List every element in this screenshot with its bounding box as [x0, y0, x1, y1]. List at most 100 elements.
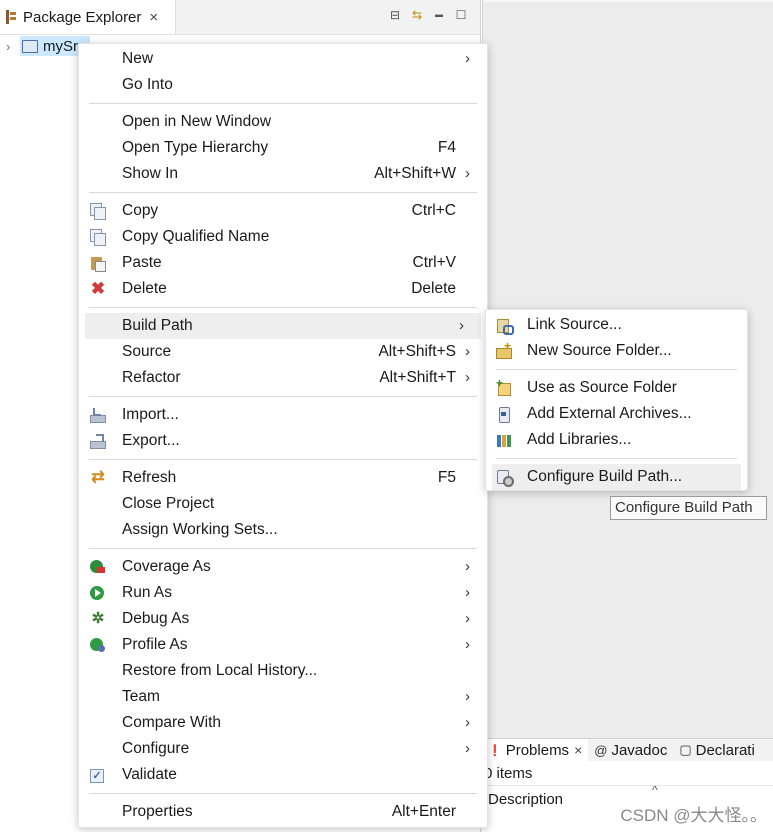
- package-explorer-tabbar: Package Explorer × ⊟ ⇆ ▬ ☐: [0, 0, 480, 35]
- menu-item-label: Profile As: [122, 636, 188, 653]
- copy-icon: [90, 203, 106, 220]
- menu-item-profile-as[interactable]: Profile As ›: [79, 632, 487, 658]
- submenu-arrow-icon: ›: [465, 165, 470, 182]
- collapse-all-icon[interactable]: ⊟: [388, 8, 402, 22]
- close-tab-icon[interactable]: ×: [574, 742, 582, 758]
- submenu-arrow-icon: ›: [465, 50, 470, 67]
- menu-item-label: Restore from Local History...: [122, 662, 318, 679]
- menu-item-export[interactable]: Export...: [79, 428, 487, 454]
- menu-item-label: Configure: [122, 740, 190, 757]
- paste-icon: [90, 255, 106, 272]
- link-with-editor-icon[interactable]: ⇆: [410, 8, 424, 22]
- tab-javadoc[interactable]: @ Javadoc: [588, 739, 673, 761]
- menu-item-show-in[interactable]: Show In Alt+Shift+W ›: [79, 161, 487, 187]
- menu-item-paste[interactable]: Paste Ctrl+V: [79, 250, 487, 276]
- submenu-arrow-icon: ›: [465, 369, 470, 386]
- tab-declaration[interactable]: ▢ Declarati: [673, 739, 760, 761]
- bottom-view-tabbar: ❗ Problems × @ Javadoc ▢ Declarati: [482, 739, 773, 761]
- menu-item-assign-working-sets[interactable]: Assign Working Sets...: [79, 517, 487, 543]
- menu-item-copy[interactable]: Copy Ctrl+C: [79, 198, 487, 224]
- menu-item-label: Refresh: [122, 469, 177, 486]
- menu-item-go-into[interactable]: Go Into: [79, 72, 487, 98]
- submenu-item-configure-build-path[interactable]: Configure Build Path...: [492, 464, 741, 490]
- submenu-item-link-source[interactable]: Link Source...: [486, 312, 747, 338]
- menu-item-debug-as[interactable]: ✲ Debug As ›: [79, 606, 487, 632]
- profile-icon: [90, 638, 105, 652]
- menu-item-delete[interactable]: ✖ Delete Delete: [79, 276, 487, 302]
- submenu-arrow-icon: ›: [459, 317, 464, 334]
- validate-check-icon: ✓: [90, 769, 104, 783]
- submenu-item-new-source-folder[interactable]: New Source Folder...: [486, 338, 747, 364]
- menu-item-refresh[interactable]: ⇄ Refresh F5: [79, 465, 487, 491]
- menu-item-label: Paste: [122, 254, 162, 271]
- menu-item-coverage-as[interactable]: Coverage As ›: [79, 554, 487, 580]
- menu-item-copy-qualified-name[interactable]: Copy Qualified Name: [79, 224, 487, 250]
- menu-item-source[interactable]: Source Alt+Shift+S ›: [79, 339, 487, 365]
- menu-item-properties[interactable]: Properties Alt+Enter: [79, 799, 487, 825]
- menu-item-new[interactable]: New ›: [79, 46, 487, 72]
- menu-item-label: Open Type Hierarchy: [122, 139, 269, 156]
- tab-problems[interactable]: ❗ Problems ×: [482, 739, 589, 761]
- delete-icon: ✖: [90, 279, 106, 298]
- menu-item-close-project[interactable]: Close Project: [79, 491, 487, 517]
- configure-build-path-icon: [496, 469, 514, 487]
- menu-item-label: New: [122, 50, 154, 67]
- close-tab-icon[interactable]: ×: [149, 9, 158, 26]
- menu-item-team[interactable]: Team ›: [79, 684, 487, 710]
- menu-item-label: Export...: [122, 432, 180, 449]
- copy-qualified-name-icon: [90, 229, 106, 246]
- menu-item-label: Add Libraries...: [527, 431, 632, 448]
- menu-separator: [89, 307, 477, 308]
- package-explorer-tab[interactable]: Package Explorer ×: [0, 0, 176, 34]
- context-menu: New › Go Into Open in New Window Open Type H…: [78, 43, 488, 828]
- shortcut-label: Alt+Shift+W: [374, 165, 456, 182]
- menu-item-refactor[interactable]: Refactor Alt+Shift+T ›: [79, 365, 487, 391]
- menu-item-label: Copy: [122, 202, 159, 219]
- menu-item-label: Import...: [122, 406, 179, 423]
- submenu-item-use-as-source-folder[interactable]: Use as Source Folder: [486, 375, 747, 401]
- submenu-arrow-icon: ›: [465, 343, 470, 360]
- tab-declaration-label: Declarati: [695, 741, 755, 759]
- import-icon: [90, 407, 106, 423]
- debug-icon: ✲: [91, 610, 105, 627]
- shortcut-label: Ctrl+C: [411, 202, 456, 219]
- submenu-arrow-icon: ›: [465, 714, 470, 731]
- menu-item-configure[interactable]: Configure ›: [79, 736, 487, 762]
- menu-separator: [89, 548, 477, 549]
- submenu-item-add-libraries[interactable]: Add Libraries...: [486, 427, 747, 453]
- menu-item-label: Configure Build Path...: [527, 468, 683, 485]
- minimize-icon[interactable]: ▬: [432, 8, 446, 22]
- package-explorer-title: Package Explorer: [23, 8, 142, 26]
- libraries-icon: [496, 432, 512, 448]
- menu-item-open-in-new-window[interactable]: Open in New Window: [79, 109, 487, 135]
- expand-chevron-icon[interactable]: ›: [6, 39, 20, 54]
- maximize-icon[interactable]: ☐: [454, 8, 468, 22]
- menu-item-build-path[interactable]: Build Path ›: [85, 313, 481, 339]
- menu-item-validate[interactable]: ✓ Validate: [79, 762, 487, 788]
- export-icon: [90, 433, 106, 449]
- tab-problems-label: Problems: [505, 741, 570, 759]
- menu-item-run-as[interactable]: Run As ›: [79, 580, 487, 606]
- menu-item-restore-from-local-history[interactable]: Restore from Local History...: [79, 658, 487, 684]
- menu-item-label: Compare With: [122, 714, 222, 731]
- project-tree-row[interactable]: › mySrc: [6, 36, 90, 56]
- link-source-icon: [496, 317, 514, 335]
- menu-item-compare-with[interactable]: Compare With ›: [79, 710, 487, 736]
- menu-item-label: Open in New Window: [122, 113, 272, 130]
- submenu-arrow-icon: ›: [465, 610, 470, 627]
- build-path-submenu: Link Source... New Source Folder... Use as…: [485, 309, 748, 491]
- shortcut-label: Alt+Shift+T: [379, 369, 456, 386]
- menu-separator: [89, 396, 477, 397]
- menu-item-label: Copy Qualified Name: [122, 228, 270, 245]
- submenu-arrow-icon: ›: [465, 558, 470, 575]
- shortcut-label: F5: [437, 469, 456, 486]
- submenu-item-add-external-archives[interactable]: Add External Archives...: [486, 401, 747, 427]
- menu-item-label: Delete: [122, 280, 167, 297]
- run-icon: [90, 586, 104, 600]
- menu-item-label: Use as Source Folder: [527, 379, 677, 396]
- submenu-arrow-icon: ›: [465, 740, 470, 757]
- refresh-icon: ⇄: [91, 469, 105, 486]
- menu-item-import[interactable]: Import...: [79, 402, 487, 428]
- menu-separator: [496, 369, 737, 370]
- menu-item-open-type-hierarchy[interactable]: Open Type Hierarchy F4: [79, 135, 487, 161]
